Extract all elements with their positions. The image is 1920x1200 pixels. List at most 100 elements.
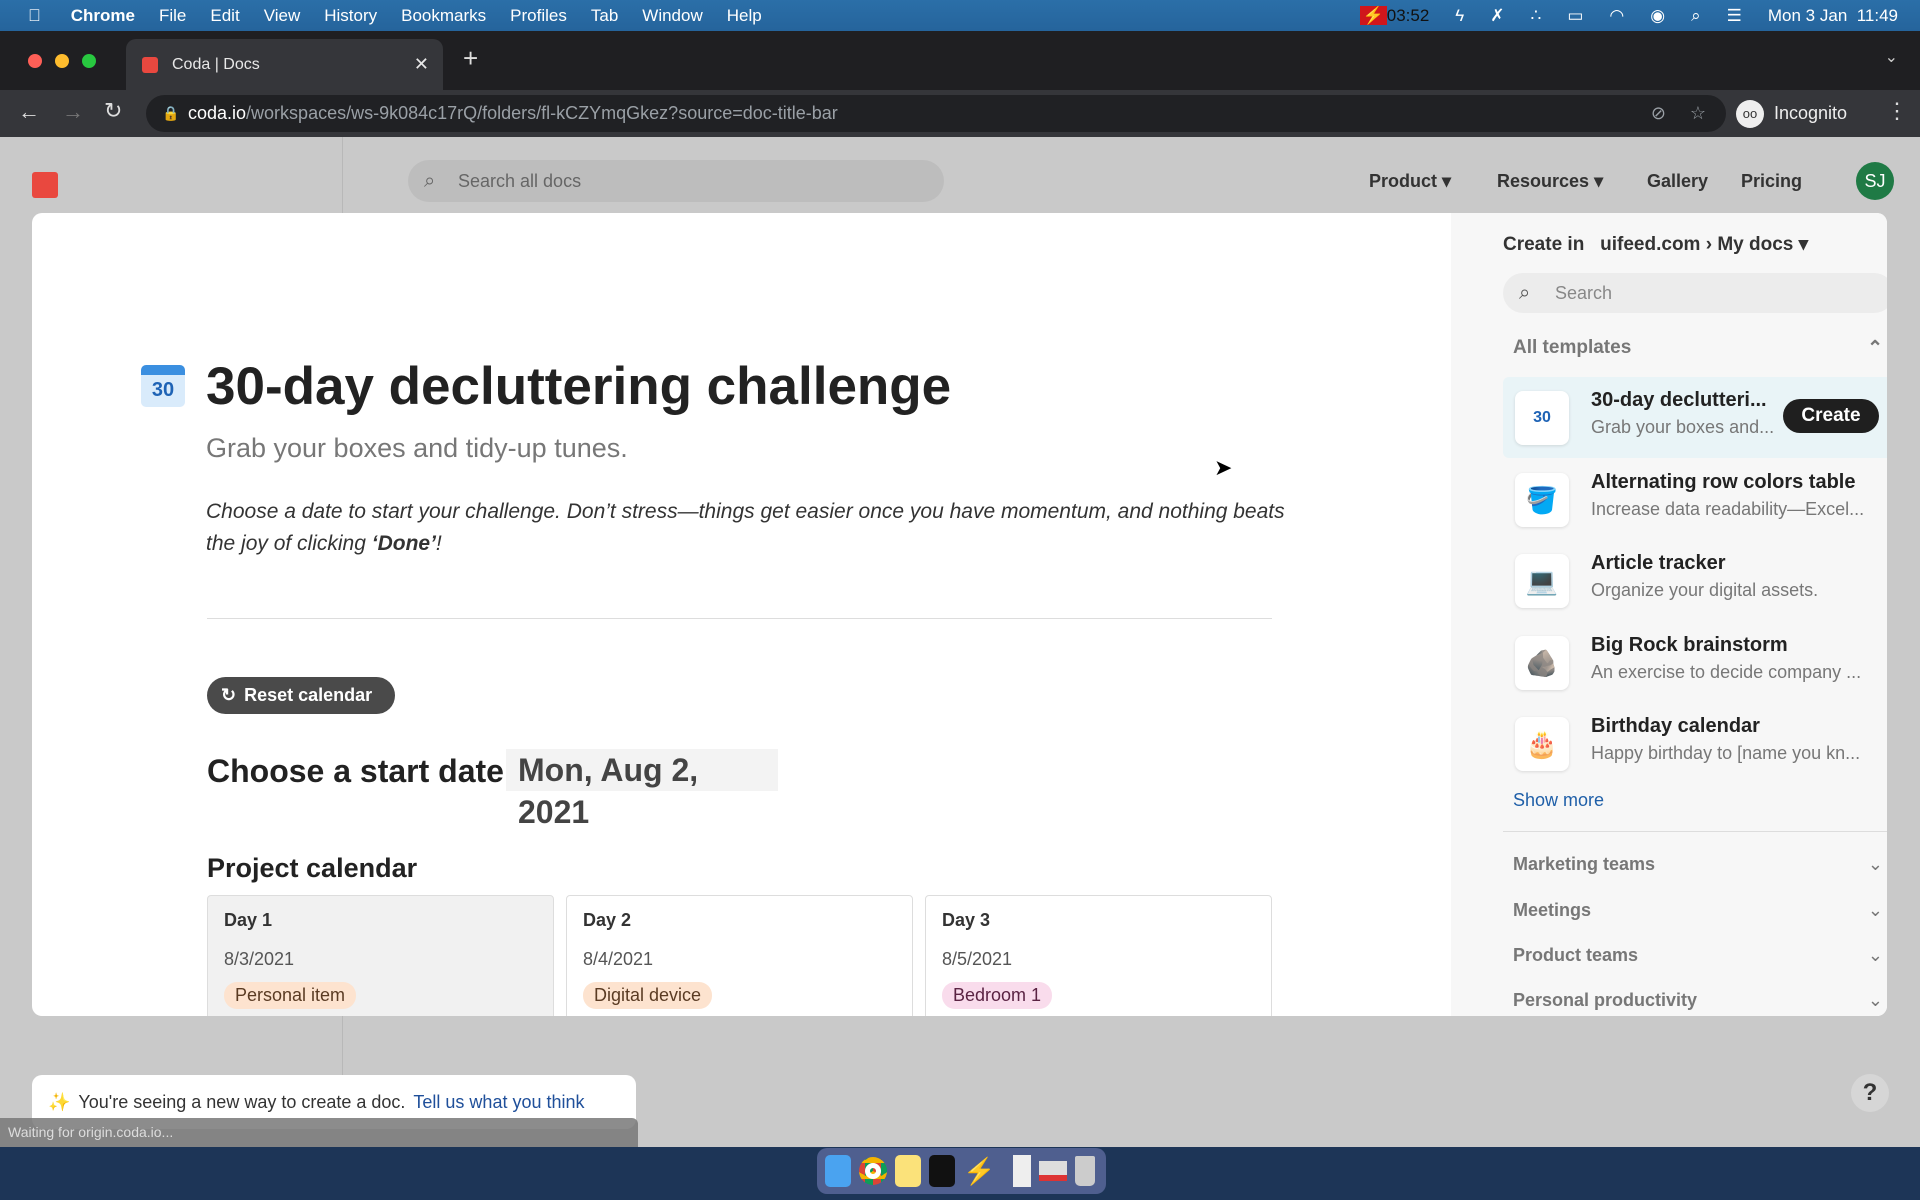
coda-logo[interactable]	[32, 172, 58, 198]
menu-app-name[interactable]: Chrome	[71, 6, 135, 26]
dots-icon[interactable]: ∴	[1531, 6, 1542, 26]
forward-icon[interactable]: →	[62, 99, 84, 125]
search-docs-input[interactable]: ⌕ Search all docs	[408, 160, 944, 202]
reload-icon[interactable]: ↻	[104, 98, 122, 124]
cake-icon: 🎂	[1515, 717, 1569, 771]
all-templates-toggle[interactable]: All templates ⌃	[1513, 337, 1883, 360]
nav-pricing[interactable]: Pricing	[1741, 171, 1802, 192]
template-search-input[interactable]: ⌕ Search	[1503, 273, 1887, 313]
chevron-down-icon: ⌄	[1867, 854, 1883, 874]
start-date-field[interactable]: Mon, Aug 2, 2021	[506, 749, 778, 830]
battery-icon[interactable]: ▭	[1567, 6, 1583, 26]
reset-calendar-button[interactable]: ↻ Reset calendar	[207, 677, 395, 714]
category-product-teams[interactable]: Product teams ⌄	[1513, 945, 1883, 966]
close-tab-icon[interactable]: ✕	[414, 54, 429, 75]
maximize-window-button[interactable]	[82, 54, 96, 68]
template-item[interactable]: 🪨 Big Rock brainstorm An exercise to dec…	[1503, 622, 1887, 703]
create-in-breadcrumb[interactable]: Create in uifeed.com › My docs ▾	[1503, 233, 1808, 256]
mouse-cursor-icon: ➤	[1214, 455, 1233, 480]
chrome-icon[interactable]	[859, 1157, 887, 1185]
sparkle-icon: ✨	[48, 1091, 71, 1112]
new-tab-button[interactable]: +	[463, 43, 478, 74]
day-card[interactable]: Day 3 8/5/2021 Bedroom 1	[925, 895, 1272, 1016]
control-center-icon[interactable]: ☰	[1727, 6, 1742, 26]
template-item[interactable]: 🎂 Birthday calendar Happy birthday to [n…	[1503, 703, 1887, 784]
url-field[interactable]: 🔒 coda.io/workspaces/ws-9k084c17rQ/folde…	[146, 95, 1726, 132]
user-icon[interactable]: ◉	[1650, 6, 1665, 26]
coda-favicon	[142, 56, 158, 73]
refresh-icon: ↻	[221, 685, 237, 705]
start-date-label: Choose a start date:	[207, 753, 515, 789]
bookmark-star-icon[interactable]: ☆	[1690, 103, 1706, 124]
macos-menu-bar:  Chrome File Edit View History Bookmark…	[0, 0, 1920, 31]
chevron-down-icon: ⌄	[1867, 945, 1883, 965]
divider	[207, 618, 1272, 619]
nav-product[interactable]: Product ▾	[1369, 171, 1451, 192]
show-more-link[interactable]: Show more	[1513, 790, 1604, 811]
template-picker-modal: 30 30-day decluttering challenge Grab yo…	[32, 213, 1887, 1016]
preview-icon[interactable]	[1039, 1161, 1068, 1181]
finder-icon[interactable]	[825, 1155, 851, 1187]
menu-edit[interactable]: Edit	[210, 6, 239, 26]
page-title: 30-day decluttering challenge	[206, 357, 952, 416]
laptop-icon: 💻	[1515, 554, 1569, 608]
chevron-up-icon: ⌃	[1867, 338, 1883, 359]
menu-profiles[interactable]: Profiles	[510, 6, 567, 26]
bolt-icon[interactable]: ϟ	[1455, 6, 1464, 26]
avatar[interactable]: SJ	[1856, 162, 1894, 200]
spotlight-icon[interactable]: ⌕	[1691, 6, 1701, 26]
trash-icon[interactable]	[1075, 1156, 1096, 1186]
doc-title-icon: 30	[141, 365, 185, 407]
nav-gallery[interactable]: Gallery	[1647, 171, 1708, 192]
day-card[interactable]: Day 2 8/4/2021 Digital device	[566, 895, 913, 1016]
template-item[interactable]: 💻 Article tracker Organize your digital …	[1503, 540, 1887, 621]
divider	[1503, 831, 1887, 832]
menu-history[interactable]: History	[324, 6, 377, 26]
feedback-link[interactable]: Tell us what you think	[413, 1092, 584, 1113]
tag-pill: Bedroom 1	[942, 982, 1053, 1009]
help-button[interactable]: ?	[1851, 1074, 1889, 1112]
tab-search-icon[interactable]: ⌄	[1885, 47, 1898, 67]
wifi-icon[interactable]: ◠	[1609, 6, 1624, 26]
menu-bookmarks[interactable]: Bookmarks	[401, 6, 486, 26]
tag-pill: Personal item	[224, 982, 357, 1009]
chrome-menu-icon[interactable]: ⋮	[1886, 98, 1908, 124]
template-item[interactable]: 30 30-day declutteri... Grab your boxes …	[1503, 377, 1887, 458]
apple-icon[interactable]: 	[28, 6, 41, 26]
close-window-button[interactable]	[28, 54, 42, 68]
menu-view[interactable]: View	[264, 6, 301, 26]
recording-timer[interactable]: ⚡ 03:52	[1359, 5, 1429, 26]
menu-file[interactable]: File	[159, 6, 186, 26]
menu-help[interactable]: Help	[727, 6, 762, 26]
terminal-icon[interactable]	[929, 1155, 955, 1187]
back-icon[interactable]: ←	[18, 99, 40, 125]
menu-window[interactable]: Window	[642, 6, 702, 26]
category-personal-productivity[interactable]: Personal productivity ⌄	[1513, 990, 1883, 1011]
create-button[interactable]: Create	[1783, 399, 1879, 433]
document-icon[interactable]	[1013, 1155, 1032, 1187]
notes-icon[interactable]	[895, 1155, 921, 1187]
template-item[interactable]: 🪣 Alternating row colors table Increase …	[1503, 459, 1887, 540]
tag-pill: Digital device	[583, 982, 713, 1009]
paint-bucket-icon: 🪣	[1515, 473, 1569, 527]
bolt-app-icon[interactable]: ⚡	[963, 1156, 995, 1187]
browser-tab[interactable]: Coda | Docs ✕	[126, 39, 443, 90]
doc-intro: Choose a date to start your challenge. D…	[206, 500, 1285, 555]
macos-dock: ⚡	[817, 1148, 1106, 1194]
nav-resources[interactable]: Resources ▾	[1497, 171, 1603, 192]
tracking-off-icon[interactable]: ⊘	[1651, 103, 1666, 124]
clock[interactable]: Mon 3 Jan 11:49	[1768, 6, 1898, 26]
minimize-window-button[interactable]	[55, 54, 69, 68]
menu-tab[interactable]: Tab	[591, 6, 618, 26]
rock-icon: 🪨	[1515, 636, 1569, 690]
calendar-icon: 30	[1515, 391, 1569, 445]
template-panel: Create in uifeed.com › My docs ▾ ⌕ Searc…	[1451, 213, 1887, 1016]
category-marketing-teams[interactable]: Marketing teams ⌄	[1513, 854, 1883, 875]
bluetooth-icon[interactable]: ✗	[1490, 6, 1504, 26]
category-meetings[interactable]: Meetings ⌄	[1513, 900, 1883, 921]
chevron-down-icon: ⌄	[1867, 900, 1883, 920]
incognito-badge[interactable]: oo Incognito	[1736, 95, 1847, 132]
day-card[interactable]: Day 1 8/3/2021 Personal item	[207, 895, 554, 1016]
address-bar-row: ← → ↻ 🔒 coda.io/workspaces/ws-9k084c17rQ…	[0, 90, 1920, 137]
search-icon: ⌕	[1519, 281, 1531, 304]
